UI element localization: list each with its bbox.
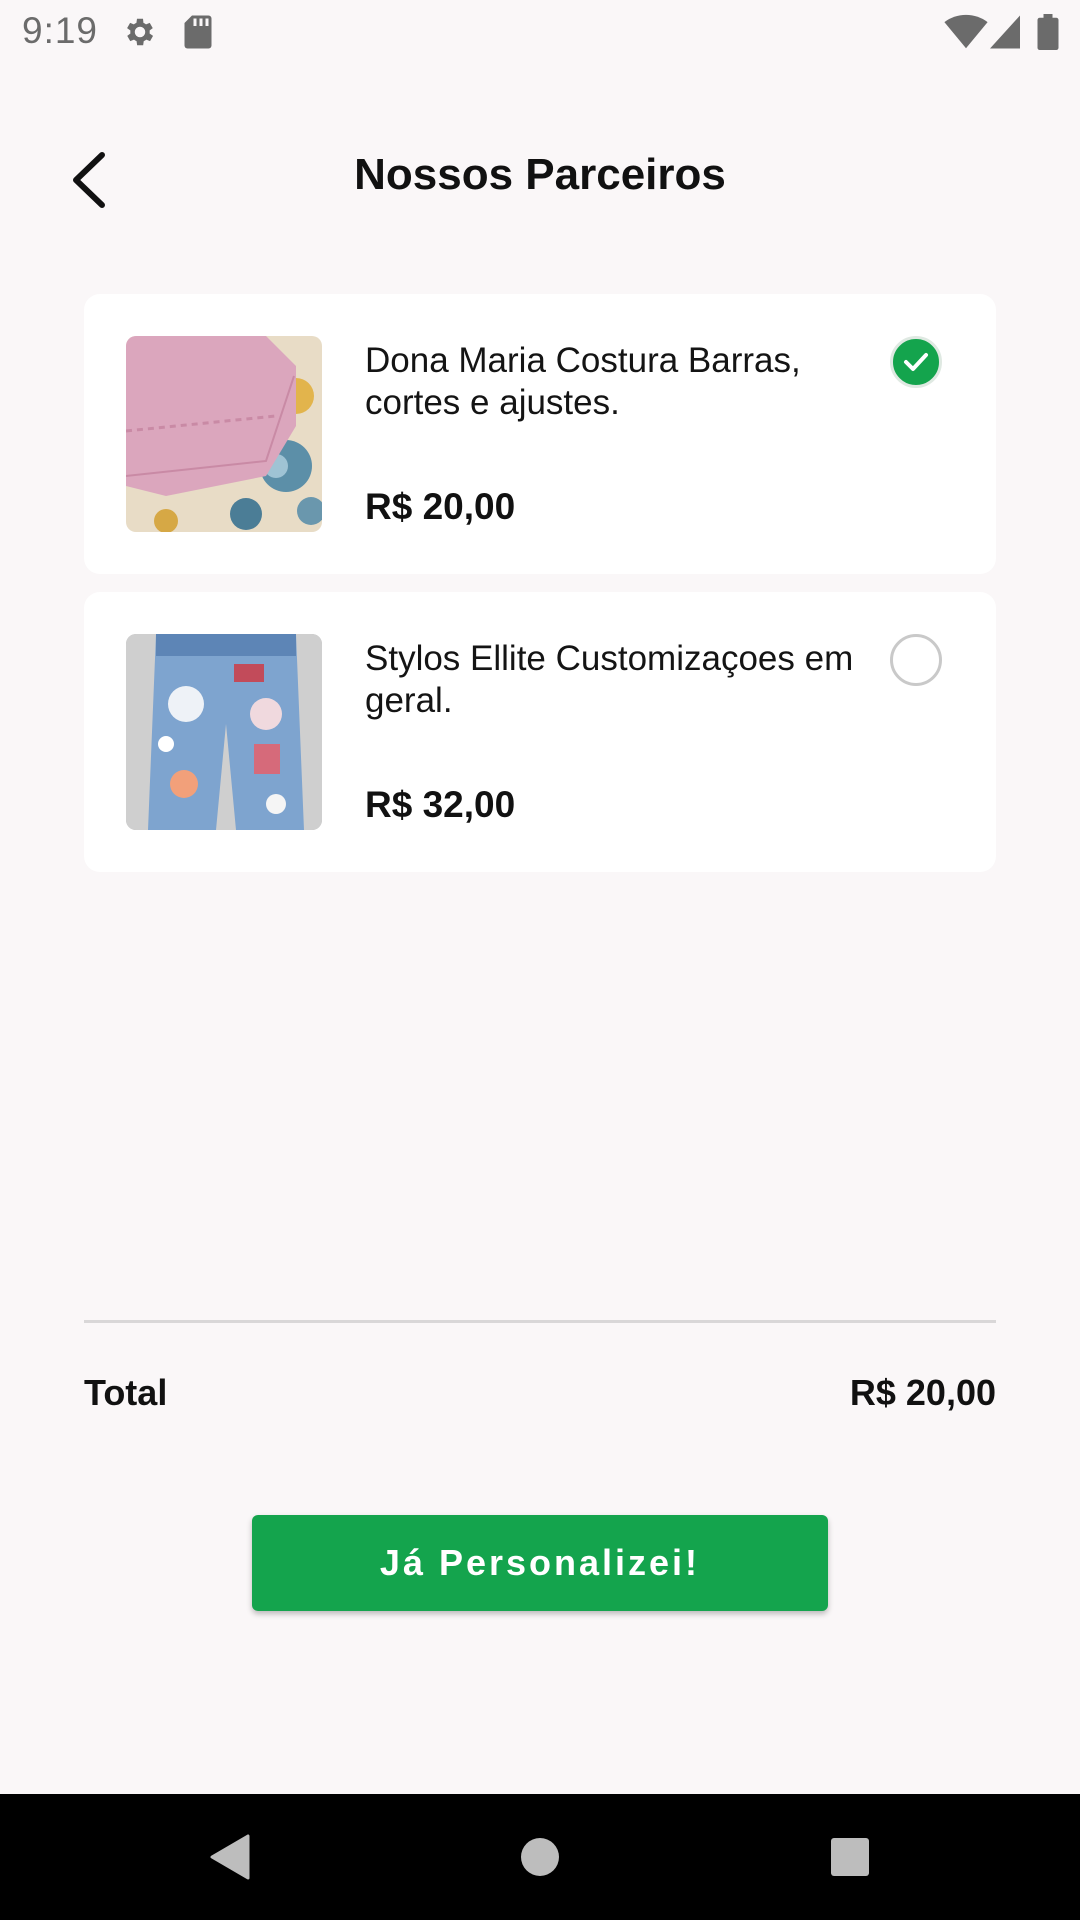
home-circle-icon <box>521 1838 559 1876</box>
nav-home-button[interactable] <box>500 1794 580 1920</box>
partner-select-radio[interactable] <box>890 336 942 388</box>
cell-signal-icon <box>990 14 1020 55</box>
battery-icon <box>1037 14 1059 55</box>
partner-card[interactable]: Stylos Ellite Customizaçoes em geral. R$… <box>84 592 996 872</box>
recents-square-icon <box>831 1838 869 1876</box>
check-icon <box>904 353 928 371</box>
navigation-bar <box>0 1794 1080 1920</box>
status-bar: 9:19 <box>0 0 1080 64</box>
partner-select-radio[interactable] <box>890 634 942 686</box>
nav-recents-button[interactable] <box>810 1794 890 1920</box>
gear-icon <box>122 14 158 55</box>
screen: 9:19 Nossos Parceiros Dona Maria Costura… <box>0 0 1080 1920</box>
divider <box>84 1320 996 1323</box>
nav-back-button[interactable] <box>190 1794 270 1920</box>
partner-card[interactable]: Dona Maria Costura Barras, cortes e ajus… <box>84 294 996 574</box>
wifi-icon <box>944 14 988 55</box>
partner-name: Dona Maria Costura Barras, cortes e ajus… <box>365 341 801 422</box>
total-value: R$ 20,00 <box>849 1372 996 1413</box>
status-time: 9:19 <box>22 10 99 51</box>
sd-card-icon <box>183 14 213 55</box>
partner-price: R$ 20,00 <box>365 486 516 527</box>
page-title: Nossos Parceiros <box>354 150 726 199</box>
partner-thumbnail <box>126 336 322 532</box>
confirm-button[interactable]: Já Personalizei! <box>252 1515 828 1611</box>
partner-price: R$ 32,00 <box>365 784 516 825</box>
partner-thumbnail <box>126 634 322 830</box>
partner-name: Stylos Ellite Customizaçoes em geral. <box>365 639 854 720</box>
back-triangle-icon <box>210 1834 250 1880</box>
total-label: Total <box>84 1372 168 1413</box>
